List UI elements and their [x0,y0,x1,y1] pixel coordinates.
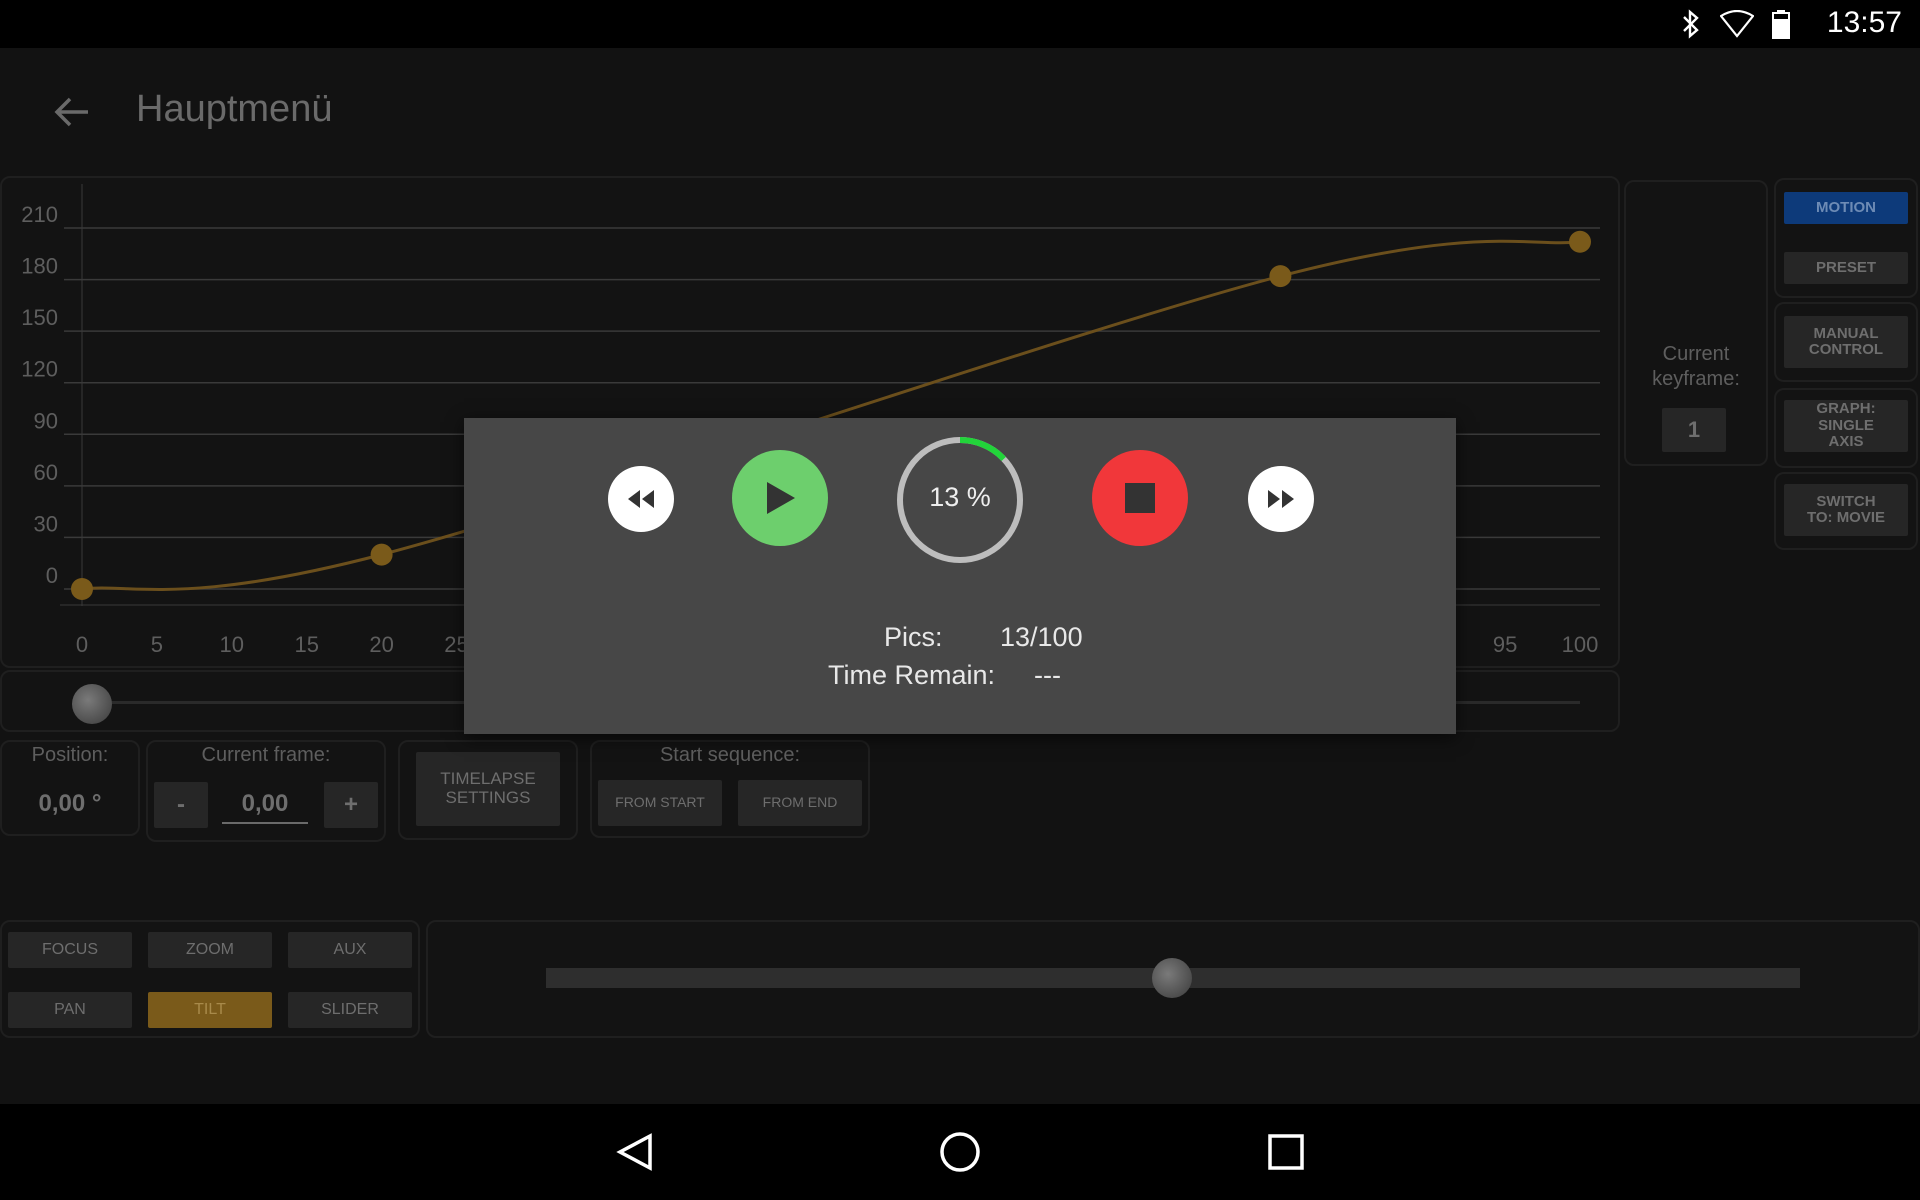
nav-back-icon[interactable] [616,1132,656,1172]
y-tick-label: 180 [21,254,58,279]
y-tick-label: 90 [34,408,58,433]
keyframe-label: Current keyframe: [1652,343,1740,390]
zoom-axis-button[interactable]: ZOOM [148,932,272,968]
x-tick-label: 15 [294,632,318,657]
timelapse-settings-button[interactable]: TIMELAPSE SETTINGS [416,752,560,826]
position-label: Position: [31,744,109,766]
from-end-button[interactable]: FROM END [738,780,862,826]
back-arrow-icon[interactable] [52,92,92,132]
preset-button[interactable]: PRESET [1784,252,1908,284]
frame-decrement-button[interactable]: - [154,782,208,828]
aux-axis-button[interactable]: AUX [288,932,412,968]
pan-axis-button[interactable]: PAN [8,992,132,1028]
manual-slider-handle[interactable] [1152,958,1192,998]
time-remain-value: --- [1034,660,1061,690]
rewind-button[interactable] [608,466,674,532]
x-tick-label: 5 [151,632,163,657]
y-tick-label: 30 [34,511,58,536]
y-tick-label: 120 [21,357,58,382]
y-tick-label: 150 [21,305,58,330]
from-start-button[interactable]: FROM START [598,780,722,826]
start-sequence-label: Start sequence: [659,744,801,766]
status-bar: 13:57 [0,0,1920,48]
page-title: Hauptmenü [136,88,333,130]
keyframe-point[interactable] [370,543,393,566]
x-tick-label: 0 [76,632,88,657]
navigation-bar [0,1104,1920,1200]
play-icon [767,482,795,514]
play-button[interactable] [732,450,828,546]
x-tick-label: 10 [220,632,244,657]
y-tick-label: 60 [34,460,58,485]
y-tick-label: 210 [21,202,58,227]
frame-increment-button[interactable]: + [324,782,378,828]
stop-button[interactable] [1092,450,1188,546]
tilt-axis-button[interactable]: TILT [148,992,272,1028]
timeline-slider-handle[interactable] [72,684,112,724]
nav-home-icon[interactable] [938,1130,982,1174]
stop-icon [1125,483,1155,513]
battery-icon [1772,10,1790,39]
playback-dialog: 13 % Pics: 13/100 Time Remain: --- [464,418,1456,734]
fast-forward-icon [1268,490,1294,508]
keyframe-point[interactable] [1269,265,1292,288]
pics-value: 13/100 [1000,622,1083,652]
status-icons [1680,8,1790,40]
fast-forward-button[interactable] [1248,466,1314,532]
pics-label: Pics: [884,622,943,652]
switch-to-movie-button[interactable]: SWITCH TO: MOVIE [1784,484,1908,536]
current-frame-label: Current frame: [201,744,331,766]
motion-button[interactable]: MOTION [1784,192,1908,224]
keyframe-value[interactable]: 1 [1662,408,1726,452]
time-remain-label: Time Remain: [828,660,996,690]
x-tick-label: 100 [1562,632,1599,657]
rewind-icon [628,490,654,508]
focus-axis-button[interactable]: FOCUS [8,932,132,968]
keyframe-point[interactable] [1569,230,1591,253]
graph-single-axis-button[interactable]: GRAPH: SINGLE AXIS [1784,400,1908,452]
slider-axis-button[interactable]: SLIDER [288,992,412,1028]
position-value: 0,00 ° [38,790,102,817]
progress-text: 13 % [929,482,991,512]
keyframe-point[interactable] [71,578,93,600]
status-time: 13:57 [1826,6,1902,39]
x-tick-label: 95 [1493,632,1517,657]
manual-control-button[interactable]: MANUAL CONTROL [1784,316,1908,368]
y-tick-label: 0 [46,563,58,588]
bluetooth-icon [1683,9,1699,39]
x-tick-label: 20 [369,632,393,657]
frame-input[interactable]: 0,00 [222,790,308,824]
nav-recents-icon[interactable] [1266,1132,1306,1172]
wifi-icon [1720,10,1754,38]
